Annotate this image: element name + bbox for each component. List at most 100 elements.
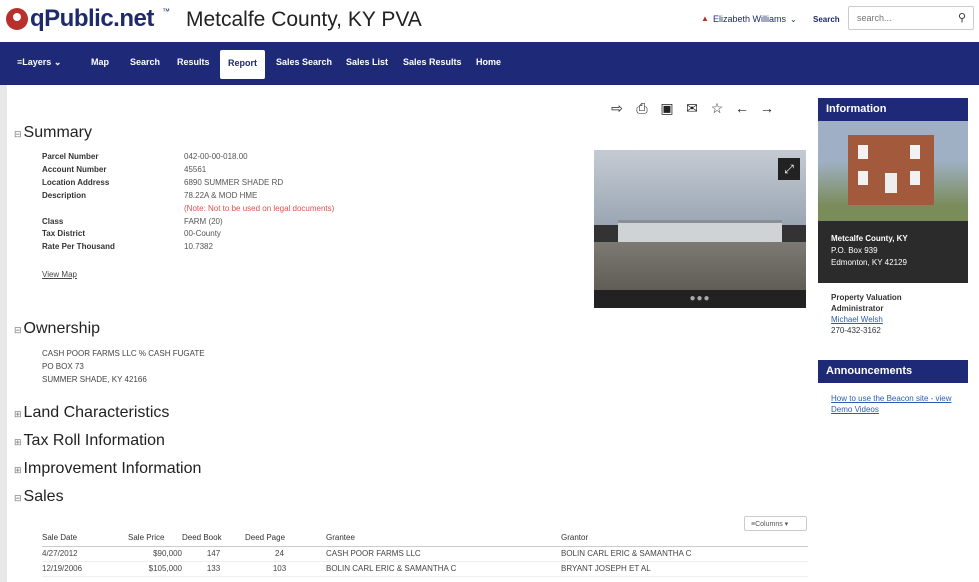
app-header: qPublic.net ™ Metcalfe County, KY PVA ▲ … bbox=[0, 0, 979, 40]
view-map-link[interactable]: View Map bbox=[42, 270, 77, 279]
information-panel-title: Information bbox=[818, 98, 968, 121]
land-characteristics-section-title[interactable]: ⊞ Land Characteristics bbox=[14, 404, 169, 422]
cell-sale-price: $90,000 bbox=[128, 546, 182, 562]
sales-section-title[interactable]: ⊟ Sales bbox=[14, 488, 64, 506]
courthouse-photo bbox=[818, 121, 968, 221]
cell-grantor: BRYANT JOSEPH ET AL bbox=[547, 561, 808, 577]
owner-name: CASH POOR FARMS LLC % CASH FUGATE bbox=[42, 349, 205, 358]
parcel-photo[interactable]: ⤢ ●●● bbox=[594, 150, 806, 308]
search-label[interactable]: Search bbox=[813, 15, 840, 24]
col-header-sale-price[interactable]: Sale Price bbox=[128, 530, 182, 547]
col-header-deed-page[interactable]: Deed Page bbox=[245, 530, 314, 547]
search-icon[interactable]: ⚲ bbox=[958, 11, 966, 24]
col-header-grantor[interactable]: Grantor bbox=[547, 530, 808, 547]
table-header-row: Sale Date Sale Price Deed Book Deed Page… bbox=[42, 530, 808, 547]
field-value-account-number: 45561 bbox=[184, 165, 207, 174]
nav-sales-results[interactable]: Sales Results bbox=[403, 57, 462, 67]
chevron-down-icon: ▾ bbox=[784, 521, 789, 528]
photo-sky bbox=[594, 150, 806, 225]
nav-layers[interactable]: ≡Layers ⌄ bbox=[17, 57, 61, 68]
print-icon[interactable]: ⎙ bbox=[635, 101, 649, 115]
share-icon[interactable]: ⇨ bbox=[610, 101, 624, 115]
arrow-left-icon[interactable]: ← bbox=[735, 101, 749, 115]
col-header-sale-date[interactable]: Sale Date bbox=[42, 530, 128, 547]
nav-map[interactable]: Map bbox=[91, 57, 109, 67]
nav-sales-search[interactable]: Sales Search bbox=[276, 57, 332, 67]
county-title: Metcalfe County, KY PVA bbox=[186, 8, 422, 31]
cell-grantor: BOLIN CARL ERIC & SAMANTHA C bbox=[547, 546, 808, 562]
qpublic-logo-icon[interactable] bbox=[6, 8, 28, 30]
qpublic-logo-text[interactable]: qPublic.net bbox=[30, 5, 154, 33]
owner-address-line1: PO BOX 73 bbox=[42, 362, 84, 371]
search-box[interactable]: ⚲ bbox=[848, 6, 974, 30]
tax-roll-section-title[interactable]: ⊞ Tax Roll Information bbox=[14, 432, 165, 450]
star-icon[interactable]: ☆ bbox=[710, 101, 724, 115]
description-note: (Note: Not to be used on legal documents… bbox=[184, 204, 335, 213]
pva-name-link[interactable]: Michael Welsh bbox=[831, 314, 902, 325]
cell-deed-page: 24 bbox=[245, 546, 314, 562]
window bbox=[858, 145, 868, 159]
field-label-description: Description bbox=[42, 191, 87, 200]
main-nav: ≡Layers ⌄ Map Search Results Report Sale… bbox=[0, 42, 979, 85]
field-label-parcel-number: Parcel Number bbox=[42, 152, 99, 161]
user-icon: ▲ bbox=[701, 14, 709, 23]
nav-home[interactable]: Home bbox=[476, 57, 501, 67]
office-address-line1: P.O. Box 939 bbox=[831, 246, 878, 255]
expand-section-icon: ⊞ bbox=[14, 409, 22, 419]
field-value-tax-district: 00-County bbox=[184, 229, 221, 238]
search-input[interactable] bbox=[849, 7, 949, 29]
field-value-parcel-number: 042-00-00-018.00 bbox=[184, 152, 248, 161]
carousel-dots[interactable]: ●●● bbox=[594, 290, 806, 308]
expand-section-icon: ⊞ bbox=[14, 437, 22, 447]
ownership-section-title[interactable]: ⊟ Ownership bbox=[14, 320, 100, 338]
field-label-account-number: Account Number bbox=[42, 165, 107, 174]
table-row: 12/19/2006 $105,000 133 103 BOLIN CARL E… bbox=[42, 561, 808, 577]
nav-results[interactable]: Results bbox=[177, 57, 210, 67]
summary-section-title[interactable]: ⊟ Summary bbox=[14, 124, 92, 142]
announcement-link[interactable]: How to use the Beacon site - view Demo V… bbox=[831, 393, 971, 415]
user-name: Elizabeth Williams bbox=[713, 14, 787, 24]
chevron-down-icon: ⌄ bbox=[790, 14, 797, 24]
field-label-class: Class bbox=[42, 217, 64, 226]
photo-building bbox=[618, 220, 782, 242]
table-row: 4/27/2012 $90,000 147 24 CASH POOR FARMS… bbox=[42, 546, 808, 562]
arrow-right-icon[interactable]: → bbox=[760, 101, 774, 115]
window bbox=[910, 171, 920, 185]
field-label-tax-district: Tax District bbox=[42, 229, 85, 238]
office-name: Metcalfe County, KY bbox=[831, 234, 908, 243]
announcements-title: Announcements bbox=[818, 360, 968, 383]
cell-deed-book: 147 bbox=[182, 546, 245, 562]
field-label-rate-per-thousand: Rate Per Thousand bbox=[42, 242, 115, 251]
nav-search[interactable]: Search bbox=[130, 57, 160, 67]
email-icon[interactable]: ✉ bbox=[685, 101, 699, 115]
col-header-grantee[interactable]: Grantee bbox=[314, 530, 547, 547]
expand-icon[interactable]: ⤢ bbox=[778, 158, 800, 180]
cell-grantee: BOLIN CARL ERIC & SAMANTHA C bbox=[314, 561, 547, 577]
left-gutter bbox=[0, 85, 7, 582]
columns-button[interactable]: ≡Columns ▾ bbox=[744, 516, 807, 531]
expand-section-icon: ⊞ bbox=[14, 465, 22, 475]
pva-phone: 270-432-3162 bbox=[831, 326, 881, 335]
nav-report[interactable]: Report bbox=[220, 50, 265, 79]
window bbox=[910, 145, 920, 159]
image-icon[interactable]: ▣ bbox=[660, 101, 674, 115]
owner-address-line2: SUMMER SHADE, KY 42166 bbox=[42, 375, 147, 384]
improvement-section-title[interactable]: ⊞ Improvement Information bbox=[14, 460, 201, 478]
field-value-description: 78.22A & MOD HME bbox=[184, 191, 258, 200]
field-label-location-address: Location Address bbox=[42, 178, 110, 187]
user-menu[interactable]: ▲ Elizabeth Williams ⌄ bbox=[701, 14, 797, 24]
nav-sales-list[interactable]: Sales List bbox=[346, 57, 388, 67]
trademark-mark: ™ bbox=[162, 7, 170, 16]
cell-grantee: CASH POOR FARMS LLC bbox=[314, 546, 547, 562]
sales-table: Sale Date Sale Price Deed Book Deed Page… bbox=[42, 530, 808, 577]
cell-sale-date: 12/19/2006 bbox=[42, 561, 128, 577]
office-address-block: Metcalfe County, KY P.O. Box 939 Edmonto… bbox=[818, 221, 968, 283]
collapse-icon: ⊟ bbox=[14, 325, 22, 335]
cell-sale-price: $105,000 bbox=[128, 561, 182, 577]
collapse-icon: ⊟ bbox=[14, 493, 22, 503]
window bbox=[858, 171, 868, 185]
pva-title-line2: Administrator bbox=[831, 304, 884, 313]
field-value-location-address: 6890 SUMMER SHADE RD bbox=[184, 178, 284, 187]
col-header-deed-book[interactable]: Deed Book bbox=[182, 530, 245, 547]
pva-title-line1: Property Valuation bbox=[831, 293, 902, 302]
